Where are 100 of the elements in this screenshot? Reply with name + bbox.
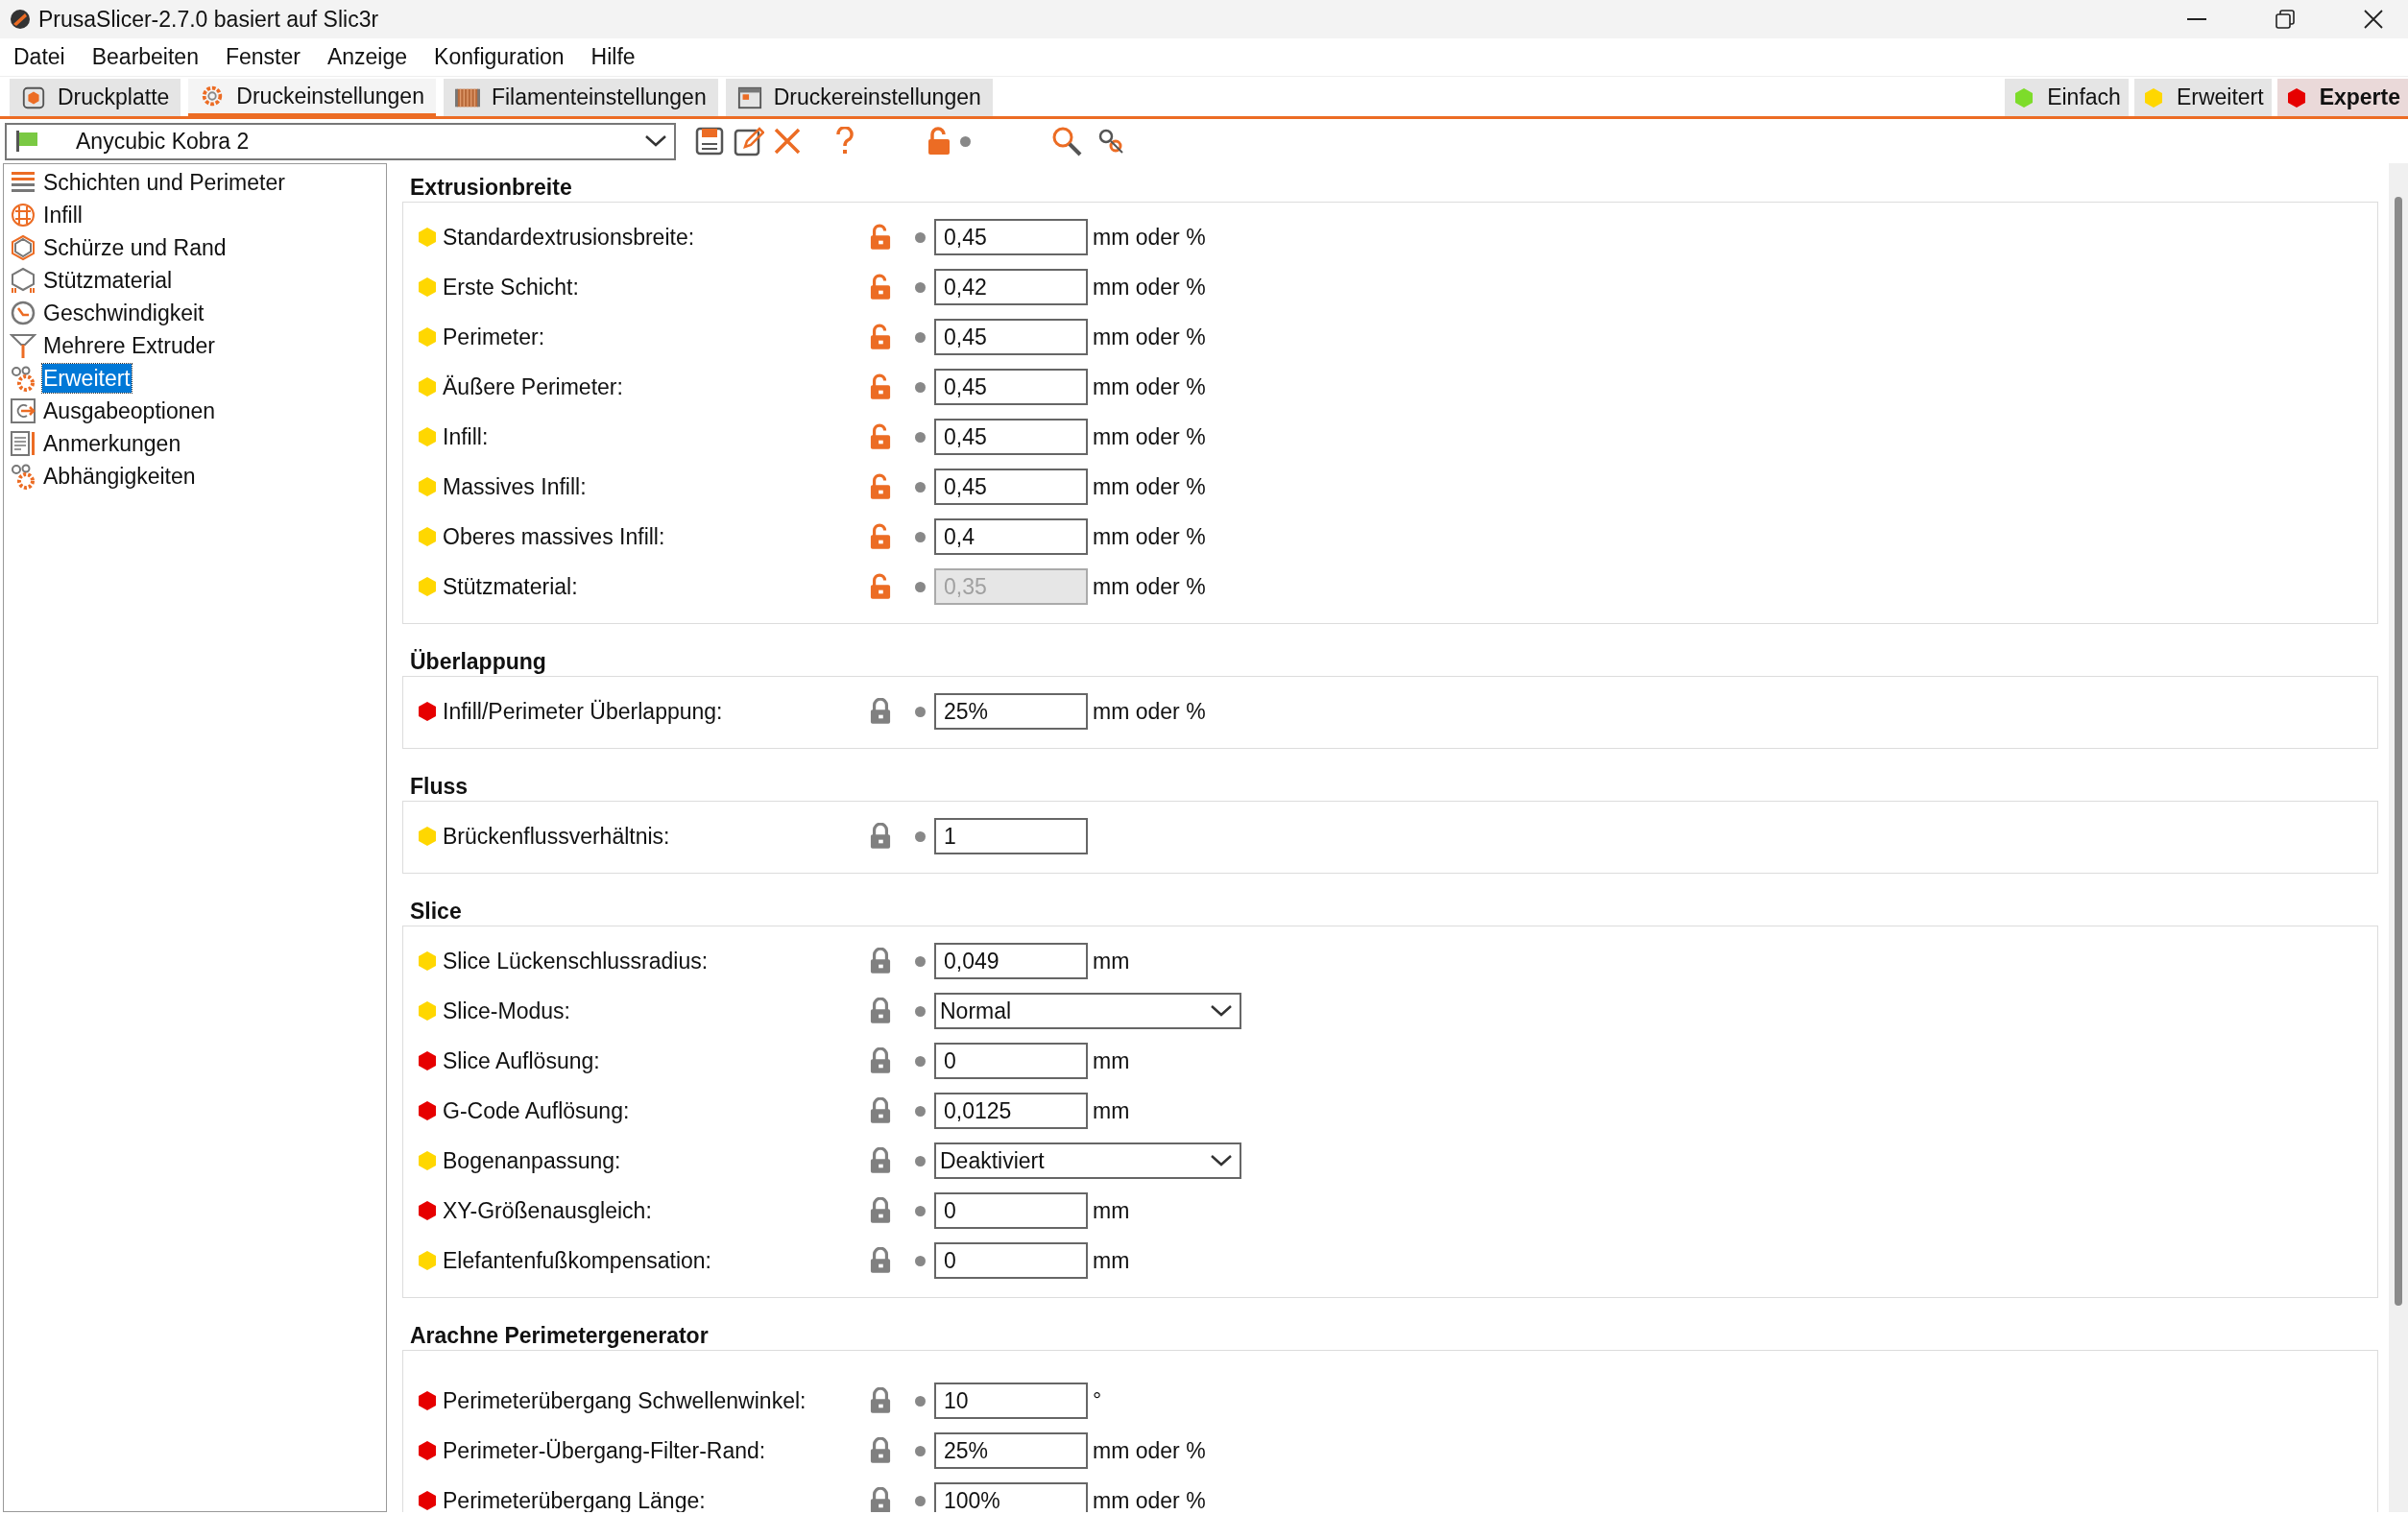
setting-label: Perimeterübergang Schwellenwinkel: [443, 1386, 807, 1415]
input-field[interactable]: 0,45 [934, 319, 1088, 355]
input-field[interactable]: 25% [934, 693, 1088, 730]
input-field[interactable]: 0,45 [934, 469, 1088, 505]
group-heading: Arachne Perimetergenerator [409, 1322, 709, 1350]
unit-label: mm oder % [1093, 572, 1206, 601]
close-icon[interactable] [2364, 10, 2383, 29]
search-icon[interactable] [1051, 126, 1082, 156]
support-icon [10, 267, 36, 294]
menu-item[interactable]: Anzeige [326, 40, 408, 74]
sidebar-item[interactable]: Infill [42, 201, 84, 229]
unlocked-icon[interactable] [927, 127, 951, 156]
unlocked-icon[interactable] [870, 274, 891, 301]
tab[interactable]: Druckeinstellungen [188, 79, 436, 116]
unlocked-icon[interactable] [870, 473, 891, 500]
menu-item[interactable]: Konfiguration [434, 40, 565, 74]
clock-icon [10, 300, 36, 326]
input-field[interactable]: 0,049 [934, 943, 1088, 979]
unlocked-icon[interactable] [870, 324, 891, 350]
menu-item[interactable]: Fenster [225, 40, 301, 74]
lock-icon[interactable] [870, 823, 891, 850]
setting-label: Infill: [443, 422, 490, 451]
printer-window-icon [736, 84, 762, 110]
input-field[interactable]: 0,42 [934, 269, 1088, 305]
settings-search-icon[interactable] [1097, 128, 1124, 155]
plate-icon [21, 84, 46, 110]
input-field[interactable]: 1 [934, 818, 1088, 854]
mode-button[interactable]: Experte [2276, 79, 2408, 116]
lock-icon[interactable] [870, 1197, 891, 1224]
tab[interactable]: Druckereinstellungen [725, 79, 993, 116]
chevron-down-icon [1211, 1005, 1232, 1017]
input-field[interactable]: 0 [934, 1043, 1088, 1079]
lock-icon[interactable] [870, 1147, 891, 1174]
setting-label: Perimeter: [443, 323, 546, 351]
setting-label: Erste Schicht: [443, 273, 580, 301]
setting-label: Infill/Perimeter Überlappung: [443, 697, 724, 726]
input-field[interactable]: 0,0125 [934, 1093, 1088, 1129]
unit-label: mm [1093, 1046, 1130, 1075]
restore-icon[interactable] [2276, 10, 2295, 29]
unit-label: mm oder % [1093, 697, 1206, 726]
sidebar-item[interactable]: Mehrere Extruder [42, 331, 216, 360]
mode-button[interactable]: Einfach [2005, 79, 2129, 116]
sidebar-item[interactable]: Schürze und Rand [42, 233, 228, 262]
unit-label: mm oder % [1093, 522, 1206, 551]
menu-item[interactable]: Datei [13, 40, 65, 74]
setting-label: XY-Größenausgleich: [443, 1196, 653, 1225]
scrollbar[interactable] [2389, 163, 2408, 1512]
menu-item[interactable]: Bearbeiten [91, 40, 199, 74]
sidebar-item[interactable]: Erweitert [42, 364, 132, 393]
setting-label: Oberes massives Infill: [443, 522, 666, 551]
gears-icon [10, 463, 36, 490]
sidebar-item[interactable]: Schichten und Perimeter [42, 168, 286, 197]
group-heading: Extrusionbreite [409, 174, 572, 202]
tab[interactable]: Druckplatte [10, 79, 181, 116]
lock-icon[interactable] [870, 1247, 891, 1274]
lock-icon[interactable] [870, 1047, 891, 1074]
sidebar-item[interactable]: Abhängigkeiten [42, 462, 197, 491]
gears-icon [10, 365, 36, 392]
input-field[interactable]: 10 [934, 1383, 1088, 1419]
unlocked-icon[interactable] [870, 224, 891, 251]
lock-icon[interactable] [870, 998, 891, 1024]
help-icon[interactable] [835, 127, 855, 156]
app-logo-icon [10, 9, 31, 30]
lock-icon[interactable] [870, 698, 891, 725]
unit-label: mm oder % [1093, 1486, 1206, 1512]
unlocked-icon[interactable] [870, 523, 891, 550]
sidebar-item[interactable]: Geschwindigkeit [42, 299, 205, 327]
tab[interactable]: Filamenteinstellungen [443, 79, 718, 116]
unit-label: mm [1093, 1096, 1130, 1125]
input-field[interactable]: 0 [934, 1192, 1088, 1229]
delete-icon[interactable] [774, 128, 801, 155]
setting-label: Perimeterübergang Länge: [443, 1486, 707, 1512]
group-heading: Slice [409, 898, 462, 926]
unit-label: mm oder % [1093, 422, 1206, 451]
menu-item[interactable]: Hilfe [590, 40, 636, 74]
input-field[interactable]: 0,45 [934, 369, 1088, 405]
mode-button[interactable]: Erweitert [2133, 79, 2272, 116]
save-icon[interactable] [695, 127, 724, 156]
preset-dropdown[interactable]: Anycubic Kobra 2 [5, 122, 676, 160]
input-field[interactable]: 0,4 [934, 518, 1088, 555]
input-field[interactable]: 0 [934, 1242, 1088, 1279]
sidebar-item[interactable]: Ausgabeoptionen [42, 397, 217, 425]
dropdown[interactable]: Normal [934, 993, 1241, 1029]
lock-icon[interactable] [870, 1437, 891, 1464]
unit-label: mm oder % [1093, 223, 1206, 252]
input-field[interactable]: 25% [934, 1432, 1088, 1469]
input-field[interactable]: 0,45 [934, 219, 1088, 255]
edit-icon[interactable] [734, 126, 764, 156]
sidebar-item[interactable]: Stützmaterial [42, 266, 174, 295]
sidebar-item[interactable]: Anmerkungen [42, 429, 182, 458]
unlocked-icon[interactable] [870, 423, 891, 450]
lock-icon[interactable] [870, 1097, 891, 1124]
lock-icon[interactable] [870, 1487, 891, 1512]
lock-icon[interactable] [870, 1387, 891, 1414]
unlocked-icon[interactable] [870, 373, 891, 400]
lock-icon[interactable] [870, 948, 891, 974]
chevron-down-icon [1211, 1155, 1232, 1166]
input-field[interactable]: 0,45 [934, 419, 1088, 455]
dropdown[interactable]: Deaktiviert [934, 1142, 1241, 1179]
input-field[interactable]: 100% [934, 1482, 1088, 1512]
